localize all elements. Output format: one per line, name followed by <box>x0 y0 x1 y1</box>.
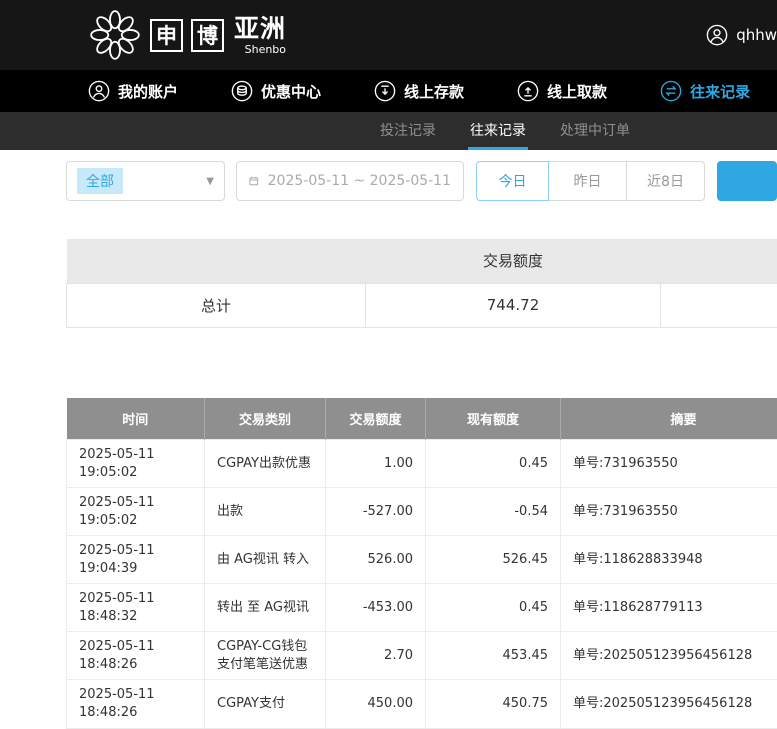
table-row: 2025-05-11 18:48:32转出 至 AG视讯-453.000.45单… <box>67 584 777 632</box>
tab-transaction-records[interactable]: 往来记录 <box>468 112 528 150</box>
nav-label: 我的账户 <box>118 81 178 102</box>
table-cell: 526.45 <box>426 536 561 584</box>
table-cell: 450.75 <box>426 680 561 728</box>
table-cell: -527.00 <box>326 488 426 536</box>
table-cell: 453.45 <box>426 632 561 680</box>
top-header: 申 博 亚洲 Shenbo qhhw <box>0 0 777 70</box>
type-select-value: 全部 <box>77 168 123 194</box>
table-cell: 单号:202505123956456128 <box>561 632 777 680</box>
summary-header-row: 交易额度 <box>67 239 777 283</box>
subnav-tabs: 投注记录 往来记录 处理中订单 <box>0 112 777 150</box>
brand-char-shen: 申 <box>150 19 183 52</box>
column-header: 时间 <box>67 398 205 440</box>
search-button[interactable] <box>717 161 777 201</box>
table-row: 2025-05-11 18:48:26CGPAY支付450.00450.75单号… <box>67 680 777 728</box>
table-cell: 单号:118628833948 <box>561 536 777 584</box>
table-row: 2025-05-11 18:48:26CGPAY-CG钱包支付笔笔送优惠2.70… <box>67 632 777 680</box>
table-row: 2025-05-11 19:05:02CGPAY出款优惠1.000.45单号:7… <box>67 440 777 488</box>
column-header: 交易额度 <box>326 398 426 440</box>
table-row: 2025-05-11 19:05:02出款-527.00-0.54单号:7319… <box>67 488 777 536</box>
yesterday-button[interactable]: 昨日 <box>549 161 627 201</box>
table-cell: 单号:118628779113 <box>561 584 777 632</box>
tab-bet-records[interactable]: 投注记录 <box>378 112 438 150</box>
nav-item-my-account[interactable]: 我的账户 <box>88 80 178 102</box>
nav-item-promotions[interactable]: 优惠中心 <box>231 80 321 102</box>
table-cell: -453.00 <box>326 584 426 632</box>
table-cell: 单号:731963550 <box>561 488 777 536</box>
table-cell: 450.00 <box>326 680 426 728</box>
records-body: 2025-05-11 19:05:02CGPAY出款优惠1.000.45单号:7… <box>67 440 777 729</box>
table-cell: 单号:731963550 <box>561 440 777 488</box>
calendar-icon <box>249 173 259 189</box>
nav-label: 线上取款 <box>547 81 607 102</box>
records-table: 时间交易类别交易额度现有额度摘要 2025-05-11 19:05:02CGPA… <box>66 398 777 729</box>
last-8-days-button[interactable]: 近8日 <box>627 161 705 201</box>
user-icon <box>88 80 110 102</box>
summary-total-value: 744.72 <box>366 283 661 327</box>
table-cell: 2025-05-11 19:04:39 <box>67 536 205 584</box>
table-cell: CGPAY出款优惠 <box>205 440 326 488</box>
table-cell: 单号:202505123956456128 <box>561 680 777 728</box>
brand-suffix: 亚洲 <box>234 16 286 41</box>
user-account[interactable]: qhhw <box>706 24 777 46</box>
brand-logo[interactable]: 申 博 亚洲 Shenbo <box>88 8 286 62</box>
coins-icon <box>231 80 253 102</box>
summary-table: 交易额度 总计 744.72 <box>66 239 777 328</box>
table-row: 2025-05-11 19:04:39由 AG视讯 转入526.00526.45… <box>67 536 777 584</box>
summary-total-label: 总计 <box>67 283 366 327</box>
withdraw-icon <box>517 80 539 102</box>
table-cell: 2.70 <box>326 632 426 680</box>
table-cell: 2025-05-11 18:48:32 <box>67 584 205 632</box>
flower-logo-icon <box>88 8 142 62</box>
table-cell: 526.00 <box>326 536 426 584</box>
user-avatar-icon <box>706 24 728 46</box>
table-cell: 2025-05-11 18:48:26 <box>67 632 205 680</box>
table-cell: 0.45 <box>426 584 561 632</box>
table-cell: 1.00 <box>326 440 426 488</box>
tab-processing-orders[interactable]: 处理中订单 <box>558 112 632 150</box>
date-quick-filters: 今日 昨日 近8日 <box>476 161 705 201</box>
column-header: 现有额度 <box>426 398 561 440</box>
chevron-down-icon: ▼ <box>206 176 214 187</box>
table-cell: CGPAY支付 <box>205 680 326 728</box>
nav-label: 往来记录 <box>690 81 750 102</box>
filter-bar: 全部 ▼ 2025-05-11 ~ 2025-05-11 今日 昨日 近8日 <box>66 161 777 201</box>
table-cell: CGPAY-CG钱包支付笔笔送优惠 <box>205 632 326 680</box>
table-cell: 0.45 <box>426 440 561 488</box>
column-header: 摘要 <box>561 398 777 440</box>
nav-item-transaction-records[interactable]: 往来记录 <box>660 80 750 102</box>
nav-item-deposit[interactable]: 线上存款 <box>374 80 464 102</box>
summary-header-empty-right <box>661 239 777 283</box>
table-cell: 由 AG视讯 转入 <box>205 536 326 584</box>
transfer-records-icon <box>660 80 682 102</box>
nav-label: 优惠中心 <box>261 81 321 102</box>
brand-subtitle: Shenbo <box>245 44 286 55</box>
table-cell: -0.54 <box>426 488 561 536</box>
table-cell: 出款 <box>205 488 326 536</box>
summary-header-empty <box>67 239 366 283</box>
date-range-value: 2025-05-11 ~ 2025-05-11 <box>268 173 451 189</box>
nav-item-withdrawal[interactable]: 线上取款 <box>517 80 607 102</box>
table-cell: 2025-05-11 19:05:02 <box>67 440 205 488</box>
date-range-input[interactable]: 2025-05-11 ~ 2025-05-11 <box>236 161 464 201</box>
table-cell: 转出 至 AG视讯 <box>205 584 326 632</box>
records-header-row: 时间交易类别交易额度现有额度摘要 <box>67 398 777 440</box>
brand-char-bo: 博 <box>191 19 224 52</box>
table-cell: 2025-05-11 19:05:02 <box>67 488 205 536</box>
column-header: 交易类别 <box>205 398 326 440</box>
summary-empty-cell <box>661 283 777 327</box>
main-nav: 我的账户 优惠中心 线上存款 线上取款 <box>0 70 777 112</box>
username-label: qhhw <box>736 26 777 44</box>
table-cell: 2025-05-11 18:48:26 <box>67 680 205 728</box>
summary-row: 总计 744.72 <box>67 283 777 327</box>
nav-label: 线上存款 <box>404 81 464 102</box>
today-button[interactable]: 今日 <box>476 161 549 201</box>
type-select[interactable]: 全部 ▼ <box>66 161 225 201</box>
deposit-icon <box>374 80 396 102</box>
summary-header-amount: 交易额度 <box>366 239 661 283</box>
